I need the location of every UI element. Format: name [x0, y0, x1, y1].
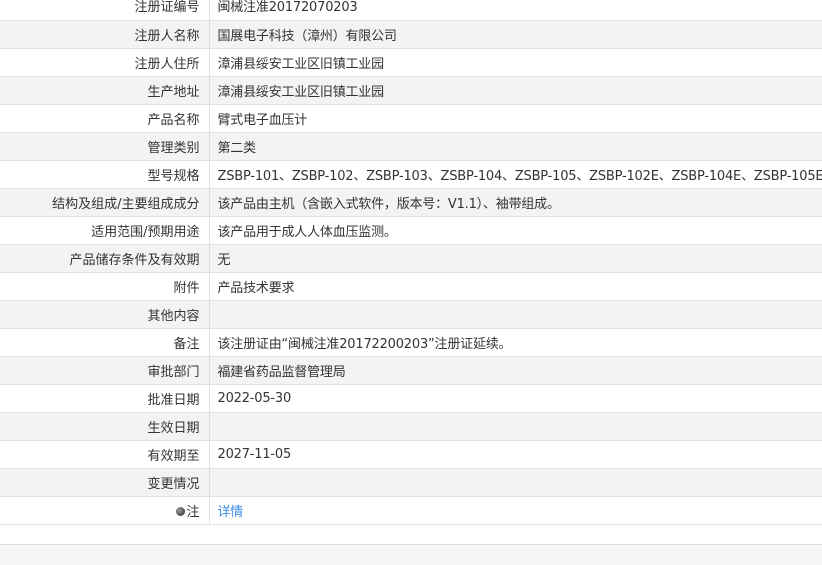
row-value-remarks: 该注册证由“闽械注准20172200203”注册证延续。 — [209, 328, 822, 357]
row-label-intended-use: 适用范围/预期用途 — [0, 216, 210, 245]
table-row: 产品储存条件及有效期 无 — [0, 244, 822, 273]
row-value-intended-use: 该产品用于成人人体血压监测。 — [209, 216, 822, 245]
table-row: 适用范围/预期用途 该产品用于成人人体血压监测。 — [0, 216, 822, 245]
row-label-model-spec: 型号规格 — [0, 160, 210, 189]
row-label-attachment: 附件 — [0, 272, 210, 301]
row-label-registrant-name: 注册人名称 — [0, 20, 210, 49]
table-row: 有效期至 2027-11-05 — [0, 440, 822, 469]
table-row: 生效日期 — [0, 412, 822, 441]
row-label-storage-validity: 产品储存条件及有效期 — [0, 244, 210, 273]
row-label-note: 注 — [0, 496, 210, 525]
row-label-registrant-address: 注册人住所 — [0, 48, 210, 77]
table-row: 附件 产品技术要求 — [0, 272, 822, 301]
row-value-other-content — [209, 300, 822, 329]
table-row: 变更情况 — [0, 468, 822, 497]
row-value-valid-until: 2027-11-05 — [209, 440, 822, 469]
row-label-structure-composition: 结构及组成/主要组成成分 — [0, 188, 210, 217]
table-row: 生产地址 漳浦县绥安工业区旧镇工业园 — [0, 76, 822, 105]
row-label-product-name: 产品名称 — [0, 104, 210, 133]
row-value-production-address: 漳浦县绥安工业区旧镇工业园 — [209, 76, 822, 105]
table-row: 其他内容 — [0, 300, 822, 329]
row-label-management-category: 管理类别 — [0, 132, 210, 161]
row-value-registrant-address: 漳浦县绥安工业区旧镇工业园 — [209, 48, 822, 77]
row-label-other-content: 其他内容 — [0, 300, 210, 329]
row-label-valid-until: 有效期至 — [0, 440, 210, 469]
row-value-approval-department: 福建省药品监督管理局 — [209, 356, 822, 385]
row-value-product-name: 臂式电子血压计 — [209, 104, 822, 133]
table-row: 注 详情 — [0, 496, 822, 525]
row-value-management-category: 第二类 — [209, 132, 822, 161]
row-label-approval-department: 审批部门 — [0, 356, 210, 385]
row-value-effective-date — [209, 412, 822, 441]
row-value-change-status — [209, 468, 822, 497]
row-label-change-status: 变更情况 — [0, 468, 210, 497]
note-label: 注 — [186, 504, 200, 520]
table-row: 注册人住所 漳浦县绥安工业区旧镇工业园 — [0, 48, 822, 77]
row-label-registration-number: 注册证编号 — [0, 0, 210, 21]
registration-detail-page: 注册证编号 闽械注准20172070203 注册人名称 国展电子科技（漳州）有限… — [0, 0, 822, 565]
row-label-approval-date: 批准日期 — [0, 384, 210, 413]
table-row: 管理类别 第二类 — [0, 132, 822, 161]
row-value-structure-composition: 该产品由主机（含嵌入式软件，版本号：V1.1）、袖带组成。 — [209, 188, 822, 217]
table-row: 产品名称 臂式电子血压计 — [0, 104, 822, 133]
row-value-attachment: 产品技术要求 — [209, 272, 822, 301]
table-row: 型号规格 ZSBP-101、ZSBP-102、ZSBP-103、ZSBP-104… — [0, 160, 822, 189]
table-row: 结构及组成/主要组成成分 该产品由主机（含嵌入式软件，版本号：V1.1）、袖带组… — [0, 188, 822, 217]
row-value-approval-date: 2022-05-30 — [209, 384, 822, 413]
table-row: 审批部门 福建省药品监督管理局 — [0, 356, 822, 385]
row-label-effective-date: 生效日期 — [0, 412, 210, 441]
registration-detail-table: 注册证编号 闽械注准20172070203 注册人名称 国展电子科技（漳州）有限… — [0, 0, 822, 525]
row-value-storage-validity: 无 — [209, 244, 822, 273]
row-value-model-spec: ZSBP-101、ZSBP-102、ZSBP-103、ZSBP-104、ZSBP… — [209, 160, 822, 189]
table-row: 批准日期 2022-05-30 — [0, 384, 822, 413]
note-icon — [176, 506, 186, 516]
row-value-registrant-name: 国展电子科技（漳州）有限公司 — [209, 20, 822, 49]
details-link[interactable]: 详情 — [218, 505, 244, 520]
row-label-remarks: 备注 — [0, 328, 210, 357]
table-row: 注册人名称 国展电子科技（漳州）有限公司 — [0, 20, 822, 49]
table-row: 注册证编号 闽械注准20172070203 — [0, 0, 822, 21]
row-label-production-address: 生产地址 — [0, 76, 210, 105]
row-value-note: 详情 — [209, 496, 822, 525]
bottom-strip — [0, 544, 822, 565]
table-row: 备注 该注册证由“闽械注准20172200203”注册证延续。 — [0, 328, 822, 357]
row-value-registration-number: 闽械注准20172070203 — [209, 0, 822, 21]
